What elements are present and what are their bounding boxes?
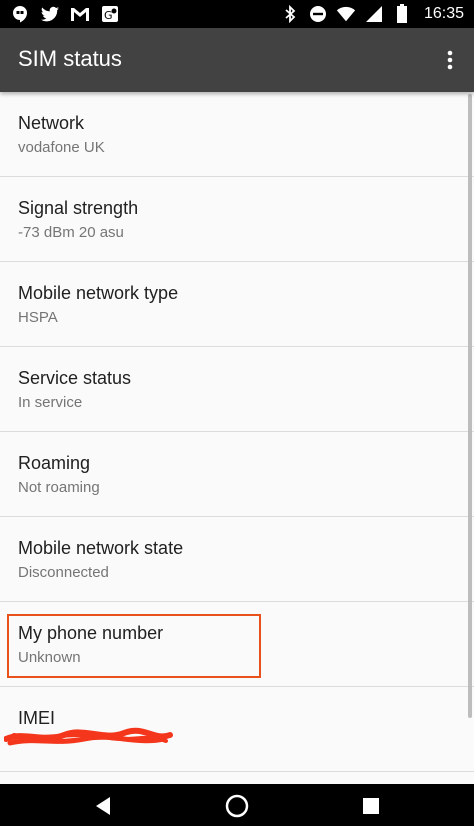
item-title: Signal strength	[18, 198, 139, 218]
home-icon	[225, 794, 249, 818]
wifi-icon	[336, 4, 356, 24]
status-bar: G 16:35	[0, 0, 474, 28]
scrollbar[interactable]	[468, 94, 472, 718]
notification-icons: G	[10, 4, 120, 24]
sim-status-list[interactable]: Network vodafone UK Signal strength -73 …	[0, 92, 474, 784]
recents-icon	[363, 798, 379, 814]
bluetooth-icon	[280, 4, 300, 24]
navigation-bar	[0, 784, 474, 826]
item-value: -73 dBm 20 asu	[18, 224, 124, 241]
page-title: SIM status	[18, 46, 122, 71]
list-item-signal-strength[interactable]: Signal strength -73 dBm 20 asu	[0, 177, 474, 262]
list-item-mobile-network-type[interactable]: Mobile network type HSPA	[0, 262, 474, 347]
hangouts-icon	[10, 4, 30, 24]
list-item-imei[interactable]: IMEI	[0, 687, 474, 772]
recents-button[interactable]	[359, 794, 383, 818]
item-title: My phone number	[18, 623, 164, 643]
home-button[interactable]	[225, 794, 249, 818]
item-value: HSPA	[18, 309, 58, 326]
back-icon	[96, 797, 110, 815]
more-vert-icon	[447, 50, 453, 70]
item-title: IMEI	[18, 708, 56, 728]
item-title: Mobile network type	[18, 283, 179, 303]
do-not-disturb-icon	[308, 4, 328, 24]
list-item-network[interactable]: Network vodafone UK	[0, 92, 474, 177]
list-item-mobile-network-state[interactable]: Mobile network state Disconnected	[0, 517, 474, 602]
item-title: Service status	[18, 368, 132, 388]
battery-icon	[392, 4, 412, 24]
more-options-button[interactable]	[438, 44, 462, 76]
svg-text:G: G	[104, 9, 113, 22]
item-value: vodafone UK	[18, 139, 105, 156]
redaction-scribble	[4, 727, 173, 746]
gmail-icon	[70, 4, 90, 24]
signal-icon	[364, 4, 384, 24]
item-value: Disconnected	[18, 564, 109, 581]
clock: 16:35	[423, 5, 464, 22]
item-title: Network	[18, 113, 85, 133]
item-value: Unknown	[18, 649, 81, 666]
item-title: Mobile network state	[18, 538, 184, 558]
list-item-my-phone-number[interactable]: My phone number Unknown	[0, 602, 474, 687]
back-button[interactable]	[91, 794, 115, 818]
item-value: In service	[18, 394, 83, 411]
list-item-roaming[interactable]: Roaming Not roaming	[0, 432, 474, 517]
item-value: Not roaming	[18, 479, 100, 496]
system-icons: 16:35	[280, 4, 464, 24]
twitter-icon	[40, 4, 60, 24]
item-title: Roaming	[18, 453, 91, 473]
app-bar: SIM status	[0, 28, 474, 92]
maps-icon: G	[100, 4, 120, 24]
list-item-service-status[interactable]: Service status In service	[0, 347, 474, 432]
